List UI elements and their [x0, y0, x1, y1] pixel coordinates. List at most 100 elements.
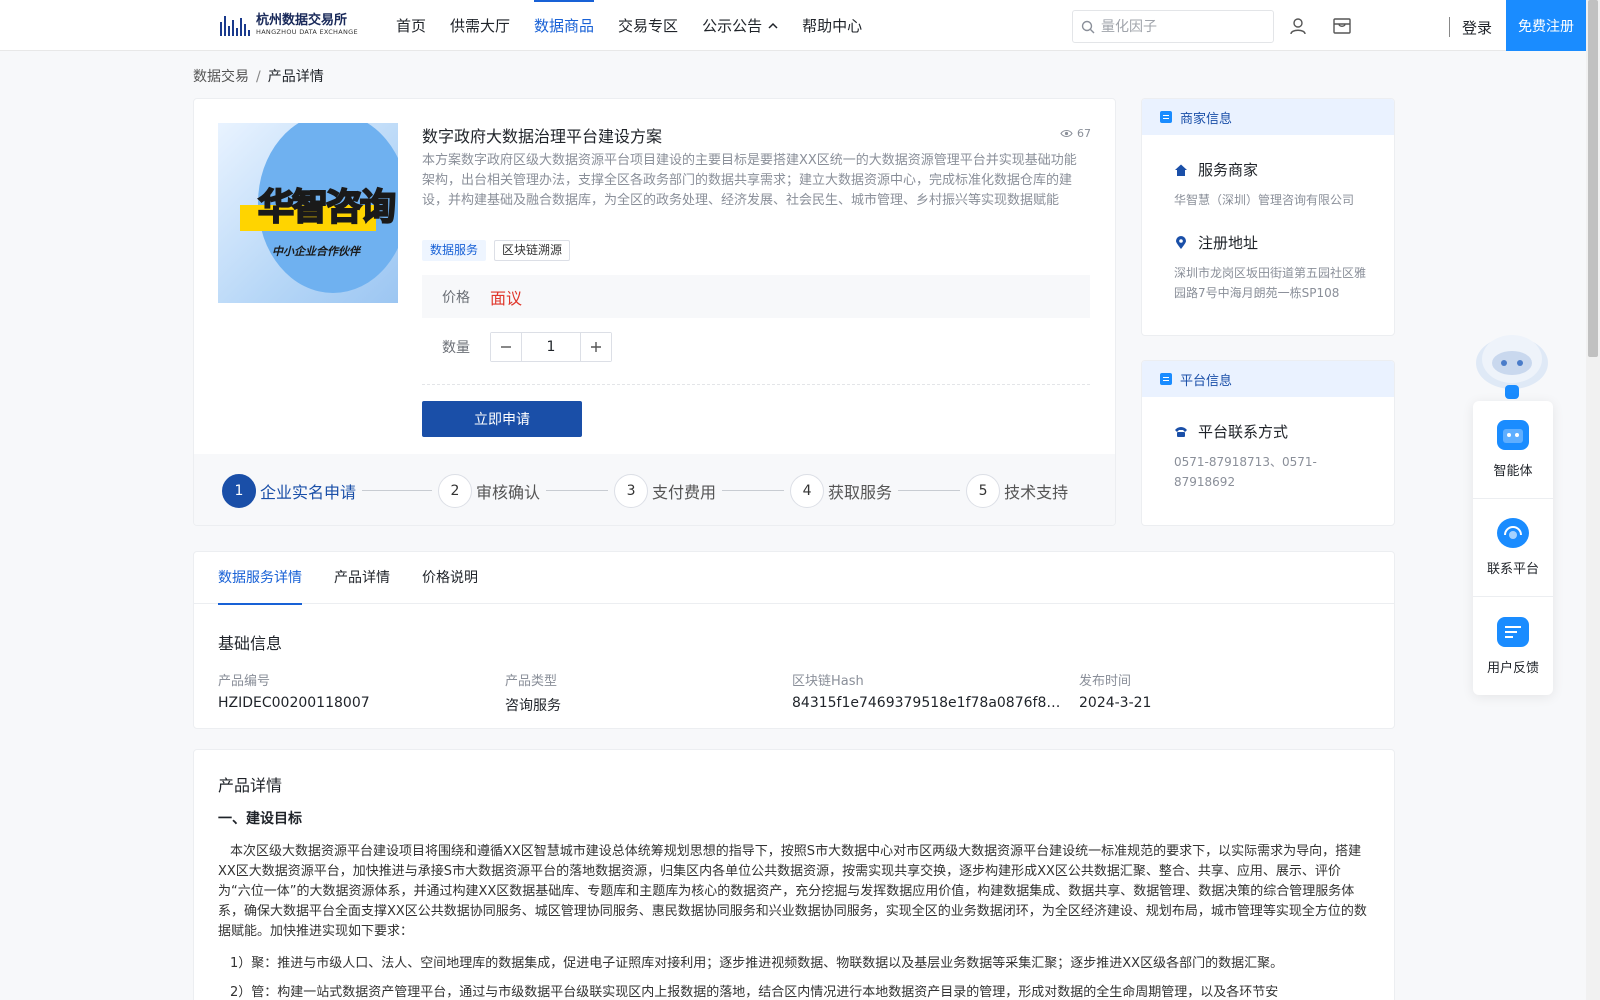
robot-avatar-icon[interactable] [1472, 325, 1552, 403]
product-code-value: HZIDEC00200118007 [218, 695, 370, 711]
price-value: 面议 [490, 288, 523, 308]
cover-title: 华智咨询 [257, 186, 397, 229]
nav-data-products[interactable]: 数据商品 [534, 0, 595, 51]
scrollbar-thumb[interactable] [1588, 0, 1598, 357]
info-card-icon [1160, 373, 1172, 385]
nav-announcements[interactable]: 公示公告 [702, 0, 778, 51]
step-2: 2 审核确认 [438, 473, 541, 508]
logo-mark-icon [220, 14, 250, 36]
blockchain-hash-label: 区块链Hash [792, 674, 864, 689]
step-5-number: 5 [966, 473, 1001, 508]
login-link[interactable]: 登录 [1462, 17, 1492, 38]
product-title: 数字政府大数据治理平台建设方案 [422, 127, 663, 146]
nav-home[interactable]: 首页 [396, 0, 426, 51]
process-steps: 1 企业实名申请 2 审核确认 3 支付费用 4 获取服务 5 技术支持 [194, 454, 1115, 525]
info-card-icon [1160, 111, 1172, 123]
breadcrumb-current: 产品详情 [267, 69, 324, 85]
tab-price-description[interactable]: 价格说明 [422, 552, 478, 604]
step-5: 5 技术支持 [966, 473, 1069, 508]
service-merchant-value: 华智慧（深圳）管理咨询有限公司 [1174, 193, 1355, 207]
view-count-value: 67 [1077, 127, 1091, 140]
step-1-number: 1 [222, 473, 256, 508]
platform-info-title: 平台信息 [1180, 373, 1233, 389]
search-input[interactable] [1101, 18, 1261, 35]
step-connector [722, 490, 785, 491]
top-header: 杭州数据交易所 HANGZHOU DATA EXCHANGE 首页 供需大厅 数… [0, 0, 1586, 51]
publish-date-value: 2024-3-21 [1079, 695, 1152, 711]
info-field: 区块链Hash 84315f1e7469379518e1f78a0876f81e… [792, 670, 1079, 715]
step-2-label: 审核确认 [476, 482, 541, 502]
merchant-info-card: 商家信息 服务商家 华智慧（深圳）管理咨询有限公司 注册地址 深圳市龙岗区坂田街… [1141, 98, 1395, 336]
plus-icon[interactable] [581, 333, 611, 361]
product-tags: 数据服务 区块链溯源 [422, 240, 571, 261]
agent-button[interactable]: 智能体 [1473, 401, 1553, 499]
construction-goal-paragraph: 本次区级大数据资源平台建设项目将围绕和遵循XX区智慧城市建设总体统筹规划思想的指… [218, 844, 1367, 939]
step-1-label: 企业实名申请 [260, 482, 357, 502]
phone-icon [1175, 426, 1187, 437]
info-field: 产品类型 咨询服务 [505, 670, 792, 715]
product-cover-image: 华智咨询 中小企业合作伙伴 [218, 123, 398, 303]
minus-icon[interactable] [491, 333, 521, 361]
product-code-label: 产品编号 [218, 674, 271, 689]
platform-contact: 平台联系方式 0571-87918713、0571-87918692 [1142, 421, 1394, 492]
tag-data-service: 数据服务 [422, 240, 487, 261]
tag-blockchain-trace: 区块链溯源 [494, 240, 571, 261]
tab-data-service-details[interactable]: 数据服务详情 [218, 552, 302, 605]
page-scrollbar[interactable] [1586, 0, 1600, 1000]
step-connector [546, 490, 609, 491]
breadcrumb-separator: / [256, 69, 261, 85]
chevron-up-icon [768, 22, 778, 29]
contact-platform-label: 联系平台 [1486, 562, 1539, 577]
apply-button[interactable]: 立即申请 [422, 401, 582, 437]
step-5-label: 技术支持 [1004, 482, 1069, 502]
breadcrumb: 数据交易 / 产品详情 [193, 66, 324, 86]
registered-address-value: 深圳市龙岗区坂田街道第五园社区雅园路7号中海月朗苑一栋SP108 [1174, 266, 1367, 300]
eye-icon [1060, 129, 1073, 138]
step-4-label: 获取服务 [828, 482, 893, 502]
contact-platform-button[interactable]: 联系平台 [1473, 499, 1553, 597]
price-label: 价格 [442, 289, 470, 306]
nav-trade-zone[interactable]: 交易专区 [618, 0, 678, 51]
product-detail-card: 产品详情 一、建设目标 本次区级大数据资源平台建设项目将围绕和遵循XX区智慧城市… [193, 749, 1395, 1000]
info-field: 发布时间 2024-3-21 [1079, 670, 1366, 715]
main-nav: 首页 供需大厅 数据商品 交易专区 公示公告 帮助中心 [396, 0, 886, 51]
product-detail-title: 产品详情 [218, 776, 283, 795]
cover-subtitle: 中小企业合作伙伴 [272, 245, 360, 258]
service-merchant-label: 服务商家 [1198, 161, 1259, 179]
search-box[interactable] [1072, 10, 1274, 43]
nav-help-center[interactable]: 帮助中心 [802, 0, 862, 51]
step-connector [362, 490, 433, 491]
register-button[interactable]: 免费注册 [1506, 0, 1586, 51]
logo[interactable]: 杭州数据交易所 HANGZHOU DATA EXCHANGE [220, 12, 358, 38]
user-feedback-button[interactable]: 用户反馈 [1473, 597, 1553, 695]
header-divider [1449, 17, 1450, 37]
store-icon[interactable] [1331, 15, 1353, 37]
step-3-label: 支付费用 [652, 482, 717, 502]
registered-address: 注册地址 深圳市龙岗区坂田街道第五园社区雅园路7号中海月朗苑一栋SP108 [1142, 232, 1394, 303]
step-3-number: 3 [614, 473, 649, 508]
user-icon[interactable] [1287, 15, 1309, 37]
nav-supply-demand[interactable]: 供需大厅 [450, 0, 510, 51]
tab-product-details[interactable]: 产品详情 [334, 552, 390, 604]
logo-name: 杭州数据交易所 [256, 12, 348, 28]
feedback-icon [1497, 616, 1529, 647]
breadcrumb-parent[interactable]: 数据交易 [193, 69, 249, 85]
step-1: 1 企业实名申请 [222, 473, 357, 508]
quantity-input[interactable]: 1 [521, 333, 581, 361]
detail-tabs: 数据服务详情 产品详情 价格说明 [194, 552, 1394, 605]
registered-address-label: 注册地址 [1198, 234, 1259, 252]
platform-contact-label: 平台联系方式 [1198, 423, 1289, 441]
service-merchant: 服务商家 华智慧（深圳）管理咨询有限公司 [1142, 159, 1394, 210]
blockchain-hash-value: 84315f1e7469379518e1f78a0876f81ebca... [792, 695, 1067, 711]
agent-label: 智能体 [1493, 464, 1533, 479]
search-icon [1081, 20, 1095, 33]
floating-service-panel: 智能体 联系平台 用户反馈 [1473, 401, 1553, 695]
step-4: 4 获取服务 [790, 473, 893, 508]
quantity-row: 数量 1 [442, 332, 612, 362]
platform-contact-value: 0571-87918713、0571-87918692 [1174, 455, 1317, 489]
platform-info-card: 平台信息 平台联系方式 0571-87918713、0571-87918692 [1141, 360, 1395, 526]
price-row: 价格 面议 [422, 275, 1090, 318]
construction-goal-heading: 一、建设目标 [218, 811, 302, 827]
requirement-item-2: 2）管：构建一站式数据资产管理平台，通过与市级数据平台级联实现区内上报数据的落地… [230, 985, 1279, 1000]
step-connector [898, 490, 961, 491]
